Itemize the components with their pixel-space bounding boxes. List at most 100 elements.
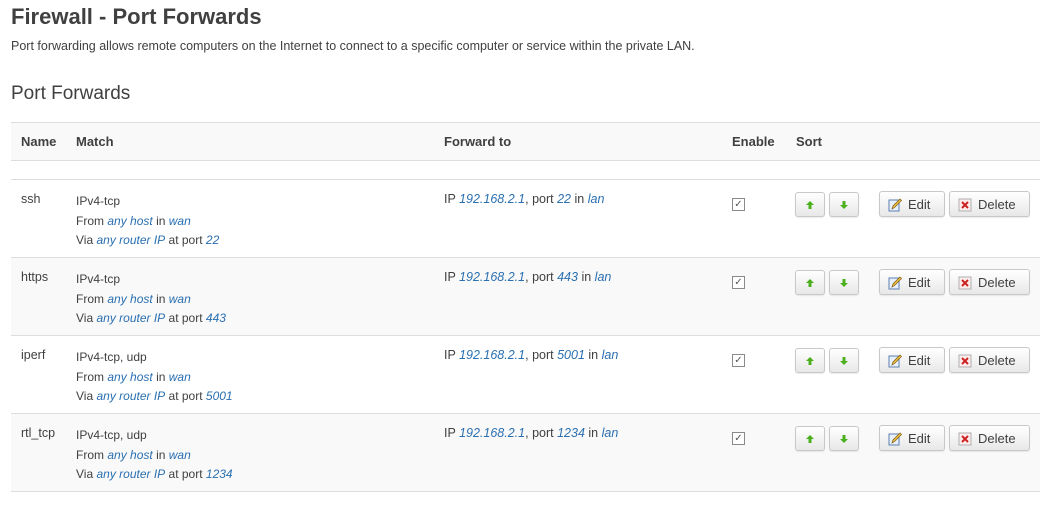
move-down-button[interactable] bbox=[829, 426, 859, 451]
edit-icon bbox=[888, 354, 902, 368]
forward-port-link[interactable]: 22 bbox=[557, 192, 571, 206]
rule-name: iperf bbox=[21, 348, 46, 362]
forward-port-link[interactable]: 1234 bbox=[557, 426, 585, 440]
match-protocol: IPv4-tcp, udp bbox=[76, 428, 147, 442]
from-host-link[interactable]: any host bbox=[107, 292, 152, 306]
table-spacer-row bbox=[11, 161, 1040, 180]
move-down-button[interactable] bbox=[829, 270, 859, 295]
checkmark-icon: ✓ bbox=[734, 199, 743, 210]
edit-icon bbox=[888, 276, 902, 290]
delete-icon bbox=[958, 276, 972, 290]
forward-ip-link[interactable]: 192.168.2.1 bbox=[459, 270, 525, 284]
header-sort: Sort bbox=[796, 134, 822, 149]
rule-forward-to: IP 192.168.2.1, port 443 in lan bbox=[444, 270, 612, 284]
forward-ip-link[interactable]: 192.168.2.1 bbox=[459, 426, 525, 440]
forward-ip-link[interactable]: 192.168.2.1 bbox=[459, 348, 525, 362]
forward-port-link[interactable]: 443 bbox=[557, 270, 578, 284]
match-via: Via any router IP at port 22 bbox=[76, 233, 220, 247]
delete-label: Delete bbox=[978, 197, 1016, 212]
edit-button[interactable]: Edit bbox=[879, 191, 945, 217]
delete-label: Delete bbox=[978, 275, 1016, 290]
move-up-button[interactable] bbox=[795, 348, 825, 373]
match-from: From any host in wan bbox=[76, 291, 191, 306]
from-zone-link[interactable]: wan bbox=[169, 448, 191, 462]
table-row: rtl_tcp IPv4-tcp, udp From any host in wan… bbox=[11, 414, 1040, 492]
move-up-button[interactable] bbox=[795, 192, 825, 217]
delete-icon bbox=[958, 198, 972, 212]
via-host-link[interactable]: any router IP bbox=[96, 389, 165, 403]
delete-icon bbox=[958, 354, 972, 368]
delete-button[interactable]: Delete bbox=[949, 269, 1030, 295]
enable-checkbox[interactable]: ✓ bbox=[732, 354, 745, 367]
match-from: From any host in wan bbox=[76, 213, 191, 228]
via-host-link[interactable]: any router IP bbox=[96, 311, 165, 325]
from-zone-link[interactable]: wan bbox=[169, 214, 191, 228]
match-via: Via any router IP at port 5001 bbox=[76, 389, 233, 403]
move-down-button[interactable] bbox=[829, 348, 859, 373]
table-row: https IPv4-tcp From any host in wan Via any… bbox=[11, 258, 1040, 336]
match-via: Via any router IP at port 443 bbox=[76, 311, 226, 325]
checkmark-icon: ✓ bbox=[734, 433, 743, 444]
forward-port-link[interactable]: 5001 bbox=[557, 348, 585, 362]
via-port-link[interactable]: 5001 bbox=[206, 389, 233, 403]
rule-match: IPv4-tcp From any host in wan Via any rout… bbox=[76, 270, 226, 329]
forward-zone-link[interactable]: lan bbox=[588, 192, 605, 206]
rule-match: IPv4-tcp, udp From any host in wan Via any… bbox=[76, 348, 233, 407]
table-header: Name Match Forward to Enable Sort bbox=[11, 123, 1040, 161]
port-forwards-table: Name Match Forward to Enable Sort ssh IPv… bbox=[11, 122, 1040, 492]
rule-name: rtl_tcp bbox=[21, 426, 56, 440]
via-host-link[interactable]: any router IP bbox=[96, 467, 165, 481]
delete-icon bbox=[958, 432, 972, 446]
forward-zone-link[interactable]: lan bbox=[602, 426, 619, 440]
edit-label: Edit bbox=[908, 197, 931, 212]
header-enable: Enable bbox=[732, 134, 775, 149]
move-up-button[interactable] bbox=[795, 426, 825, 451]
move-up-button[interactable] bbox=[795, 270, 825, 295]
forward-ip-link[interactable]: 192.168.2.1 bbox=[459, 192, 525, 206]
match-protocol: IPv4-tcp bbox=[76, 272, 121, 286]
edit-button[interactable]: Edit bbox=[879, 425, 945, 451]
edit-button[interactable]: Edit bbox=[879, 269, 945, 295]
forward-zone-link[interactable]: lan bbox=[602, 348, 619, 362]
rule-match: IPv4-tcp From any host in wan Via any rout… bbox=[76, 192, 219, 251]
rule-name: ssh bbox=[21, 192, 41, 206]
enable-checkbox[interactable]: ✓ bbox=[732, 198, 745, 211]
match-protocol: IPv4-tcp, udp bbox=[76, 350, 147, 364]
delete-button[interactable]: Delete bbox=[949, 191, 1030, 217]
header-forward-to: Forward to bbox=[444, 134, 512, 149]
from-host-link[interactable]: any host bbox=[107, 370, 152, 384]
from-host-link[interactable]: any host bbox=[107, 448, 152, 462]
forward-zone-link[interactable]: lan bbox=[595, 270, 612, 284]
from-zone-link[interactable]: wan bbox=[169, 370, 191, 384]
edit-button[interactable]: Edit bbox=[879, 347, 945, 373]
via-port-link[interactable]: 1234 bbox=[206, 467, 233, 481]
edit-label: Edit bbox=[908, 353, 931, 368]
rule-match: IPv4-tcp, udp From any host in wan Via any… bbox=[76, 426, 233, 485]
delete-button[interactable]: Delete bbox=[949, 347, 1030, 373]
from-host-link[interactable]: any host bbox=[107, 214, 152, 228]
delete-label: Delete bbox=[978, 353, 1016, 368]
page-description: Port forwarding allows remote computers … bbox=[11, 39, 695, 53]
via-port-link[interactable]: 22 bbox=[206, 233, 219, 247]
rule-forward-to: IP 192.168.2.1, port 22 in lan bbox=[444, 192, 605, 206]
table-row: ssh IPv4-tcp From any host in wan Via any r… bbox=[11, 180, 1040, 258]
header-name: Name bbox=[21, 134, 57, 149]
page-title: Firewall - Port Forwards bbox=[11, 4, 262, 29]
table-row: iperf IPv4-tcp, udp From any host in wan Vi… bbox=[11, 336, 1040, 414]
rule-forward-to: IP 192.168.2.1, port 1234 in lan bbox=[444, 426, 619, 440]
edit-label: Edit bbox=[908, 275, 931, 290]
section-title: Port Forwards bbox=[11, 83, 131, 104]
delete-label: Delete bbox=[978, 431, 1016, 446]
match-from: From any host in wan bbox=[76, 447, 191, 462]
from-zone-link[interactable]: wan bbox=[169, 292, 191, 306]
move-down-button[interactable] bbox=[829, 192, 859, 217]
enable-checkbox[interactable]: ✓ bbox=[732, 432, 745, 445]
header-match: Match bbox=[76, 134, 114, 149]
delete-button[interactable]: Delete bbox=[949, 425, 1030, 451]
checkmark-icon: ✓ bbox=[734, 277, 743, 288]
enable-checkbox[interactable]: ✓ bbox=[732, 276, 745, 289]
via-host-link[interactable]: any router IP bbox=[96, 233, 165, 247]
via-port-link[interactable]: 443 bbox=[206, 311, 226, 325]
match-via: Via any router IP at port 1234 bbox=[76, 467, 233, 481]
rule-forward-to: IP 192.168.2.1, port 5001 in lan bbox=[444, 348, 619, 362]
